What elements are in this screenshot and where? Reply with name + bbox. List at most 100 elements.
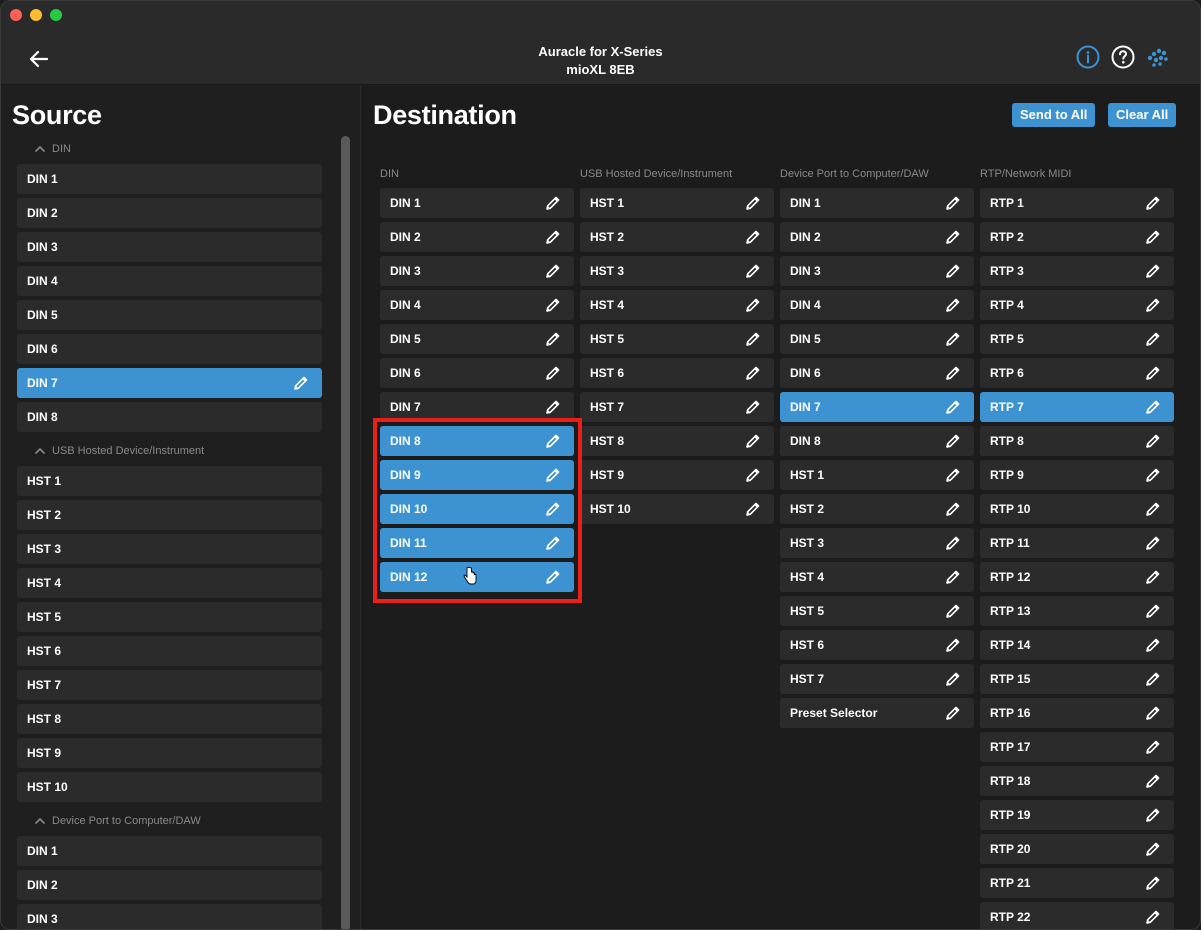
pencil-edit-icon[interactable] <box>744 194 762 212</box>
pencil-edit-icon[interactable] <box>1144 772 1162 790</box>
close-window-button[interactable] <box>10 9 22 21</box>
send-to-all-button[interactable]: Send to All <box>1012 103 1096 127</box>
destination-item-rtp-7[interactable]: RTP 7 <box>980 392 1174 422</box>
destination-item-rtp-15[interactable]: RTP 15 <box>980 664 1174 694</box>
pencil-edit-icon[interactable] <box>1144 840 1162 858</box>
source-group-header-din[interactable]: DIN <box>17 134 322 164</box>
destination-item-din-1[interactable]: DIN 1 <box>780 188 974 218</box>
pencil-edit-icon[interactable] <box>944 602 962 620</box>
destination-item-hst-6[interactable]: HST 6 <box>580 358 774 388</box>
pencil-edit-icon[interactable] <box>292 374 310 392</box>
destination-item-hst-5[interactable]: HST 5 <box>780 596 974 626</box>
pencil-edit-icon[interactable] <box>744 296 762 314</box>
pencil-edit-icon[interactable] <box>944 704 962 722</box>
destination-item-rtp-13[interactable]: RTP 13 <box>980 596 1174 626</box>
destination-item-rtp-2[interactable]: RTP 2 <box>980 222 1174 252</box>
destination-item-rtp-22[interactable]: RTP 22 <box>980 902 1174 929</box>
pencil-edit-icon[interactable] <box>1144 432 1162 450</box>
destination-item-rtp-20[interactable]: RTP 20 <box>980 834 1174 864</box>
destination-item-rtp-6[interactable]: RTP 6 <box>980 358 1174 388</box>
source-item-din-4[interactable]: DIN 4 <box>17 266 322 296</box>
destination-item-rtp-10[interactable]: RTP 10 <box>980 494 1174 524</box>
destination-item-din-8[interactable]: DIN 8 <box>780 426 974 456</box>
destination-item-hst-10[interactable]: HST 10 <box>580 494 774 524</box>
destination-item-rtp-14[interactable]: RTP 14 <box>980 630 1174 660</box>
source-item-hst-6[interactable]: HST 6 <box>17 636 322 666</box>
destination-item-rtp-11[interactable]: RTP 11 <box>980 528 1174 558</box>
help-icon[interactable] <box>1111 45 1135 69</box>
pencil-edit-icon[interactable] <box>944 262 962 280</box>
pencil-edit-icon[interactable] <box>544 262 562 280</box>
pencil-edit-icon[interactable] <box>544 330 562 348</box>
source-item-din-6[interactable]: DIN 6 <box>17 334 322 364</box>
destination-item-rtp-17[interactable]: RTP 17 <box>980 732 1174 762</box>
pencil-edit-icon[interactable] <box>944 398 962 416</box>
destination-item-rtp-19[interactable]: RTP 19 <box>980 800 1174 830</box>
pencil-edit-icon[interactable] <box>544 534 562 552</box>
pencil-edit-icon[interactable] <box>944 228 962 246</box>
pencil-edit-icon[interactable] <box>944 534 962 552</box>
source-item-din-2[interactable]: DIN 2 <box>17 198 322 228</box>
pencil-edit-icon[interactable] <box>944 636 962 654</box>
pencil-edit-icon[interactable] <box>944 364 962 382</box>
destination-item-hst-4[interactable]: HST 4 <box>780 562 974 592</box>
pencil-edit-icon[interactable] <box>1144 568 1162 586</box>
maximize-window-button[interactable] <box>50 9 62 21</box>
destination-item-din-3[interactable]: DIN 3 <box>380 256 574 286</box>
pencil-edit-icon[interactable] <box>1144 704 1162 722</box>
destination-item-rtp-5[interactable]: RTP 5 <box>980 324 1174 354</box>
pencil-edit-icon[interactable] <box>1144 194 1162 212</box>
destination-item-rtp-21[interactable]: RTP 21 <box>980 868 1174 898</box>
destination-item-din-1[interactable]: DIN 1 <box>380 188 574 218</box>
destination-item-hst-4[interactable]: HST 4 <box>580 290 774 320</box>
destination-item-hst-7[interactable]: HST 7 <box>780 664 974 694</box>
pencil-edit-icon[interactable] <box>544 500 562 518</box>
source-item-din-5[interactable]: DIN 5 <box>17 300 322 330</box>
destination-item-hst-2[interactable]: HST 2 <box>580 222 774 252</box>
source-item-din-1[interactable]: DIN 1 <box>17 836 322 866</box>
pencil-edit-icon[interactable] <box>944 194 962 212</box>
source-item-hst-5[interactable]: HST 5 <box>17 602 322 632</box>
pencil-edit-icon[interactable] <box>544 398 562 416</box>
destination-item-hst-7[interactable]: HST 7 <box>580 392 774 422</box>
source-item-hst-8[interactable]: HST 8 <box>17 704 322 734</box>
pencil-edit-icon[interactable] <box>1144 296 1162 314</box>
pencil-edit-icon[interactable] <box>1144 500 1162 518</box>
destination-item-rtp-16[interactable]: RTP 16 <box>980 698 1174 728</box>
destination-item-hst-8[interactable]: HST 8 <box>580 426 774 456</box>
pencil-edit-icon[interactable] <box>744 466 762 484</box>
source-item-hst-2[interactable]: HST 2 <box>17 500 322 530</box>
destination-item-din-7[interactable]: DIN 7 <box>380 392 574 422</box>
pencil-edit-icon[interactable] <box>1144 534 1162 552</box>
source-group-header-device-port-to-computer-daw[interactable]: Device Port to Computer/DAW <box>17 806 322 836</box>
source-item-din-8[interactable]: DIN 8 <box>17 402 322 432</box>
destination-item-din-8[interactable]: DIN 8 <box>380 426 574 456</box>
pencil-edit-icon[interactable] <box>1144 636 1162 654</box>
destination-item-rtp-8[interactable]: RTP 8 <box>980 426 1174 456</box>
source-item-din-7[interactable]: DIN 7 <box>17 368 322 398</box>
brand-logo-icon[interactable] <box>1145 45 1169 69</box>
destination-item-din-4[interactable]: DIN 4 <box>380 290 574 320</box>
destination-item-din-6[interactable]: DIN 6 <box>380 358 574 388</box>
source-item-din-1[interactable]: DIN 1 <box>17 164 322 194</box>
pencil-edit-icon[interactable] <box>544 466 562 484</box>
clear-all-button[interactable]: Clear All <box>1108 103 1177 127</box>
pencil-edit-icon[interactable] <box>744 262 762 280</box>
pencil-edit-icon[interactable] <box>944 670 962 688</box>
pencil-edit-icon[interactable] <box>744 432 762 450</box>
pencil-edit-icon[interactable] <box>744 398 762 416</box>
pencil-edit-icon[interactable] <box>544 568 562 586</box>
source-item-din-3[interactable]: DIN 3 <box>17 904 322 929</box>
destination-item-din-6[interactable]: DIN 6 <box>780 358 974 388</box>
pencil-edit-icon[interactable] <box>944 296 962 314</box>
pencil-edit-icon[interactable] <box>944 568 962 586</box>
destination-item-hst-1[interactable]: HST 1 <box>580 188 774 218</box>
destination-item-rtp-4[interactable]: RTP 4 <box>980 290 1174 320</box>
destination-item-din-12[interactable]: DIN 12 <box>380 562 574 592</box>
pencil-edit-icon[interactable] <box>1144 806 1162 824</box>
pencil-edit-icon[interactable] <box>544 194 562 212</box>
pencil-edit-icon[interactable] <box>1144 262 1162 280</box>
destination-item-rtp-12[interactable]: RTP 12 <box>980 562 1174 592</box>
pencil-edit-icon[interactable] <box>544 296 562 314</box>
destination-item-hst-6[interactable]: HST 6 <box>780 630 974 660</box>
